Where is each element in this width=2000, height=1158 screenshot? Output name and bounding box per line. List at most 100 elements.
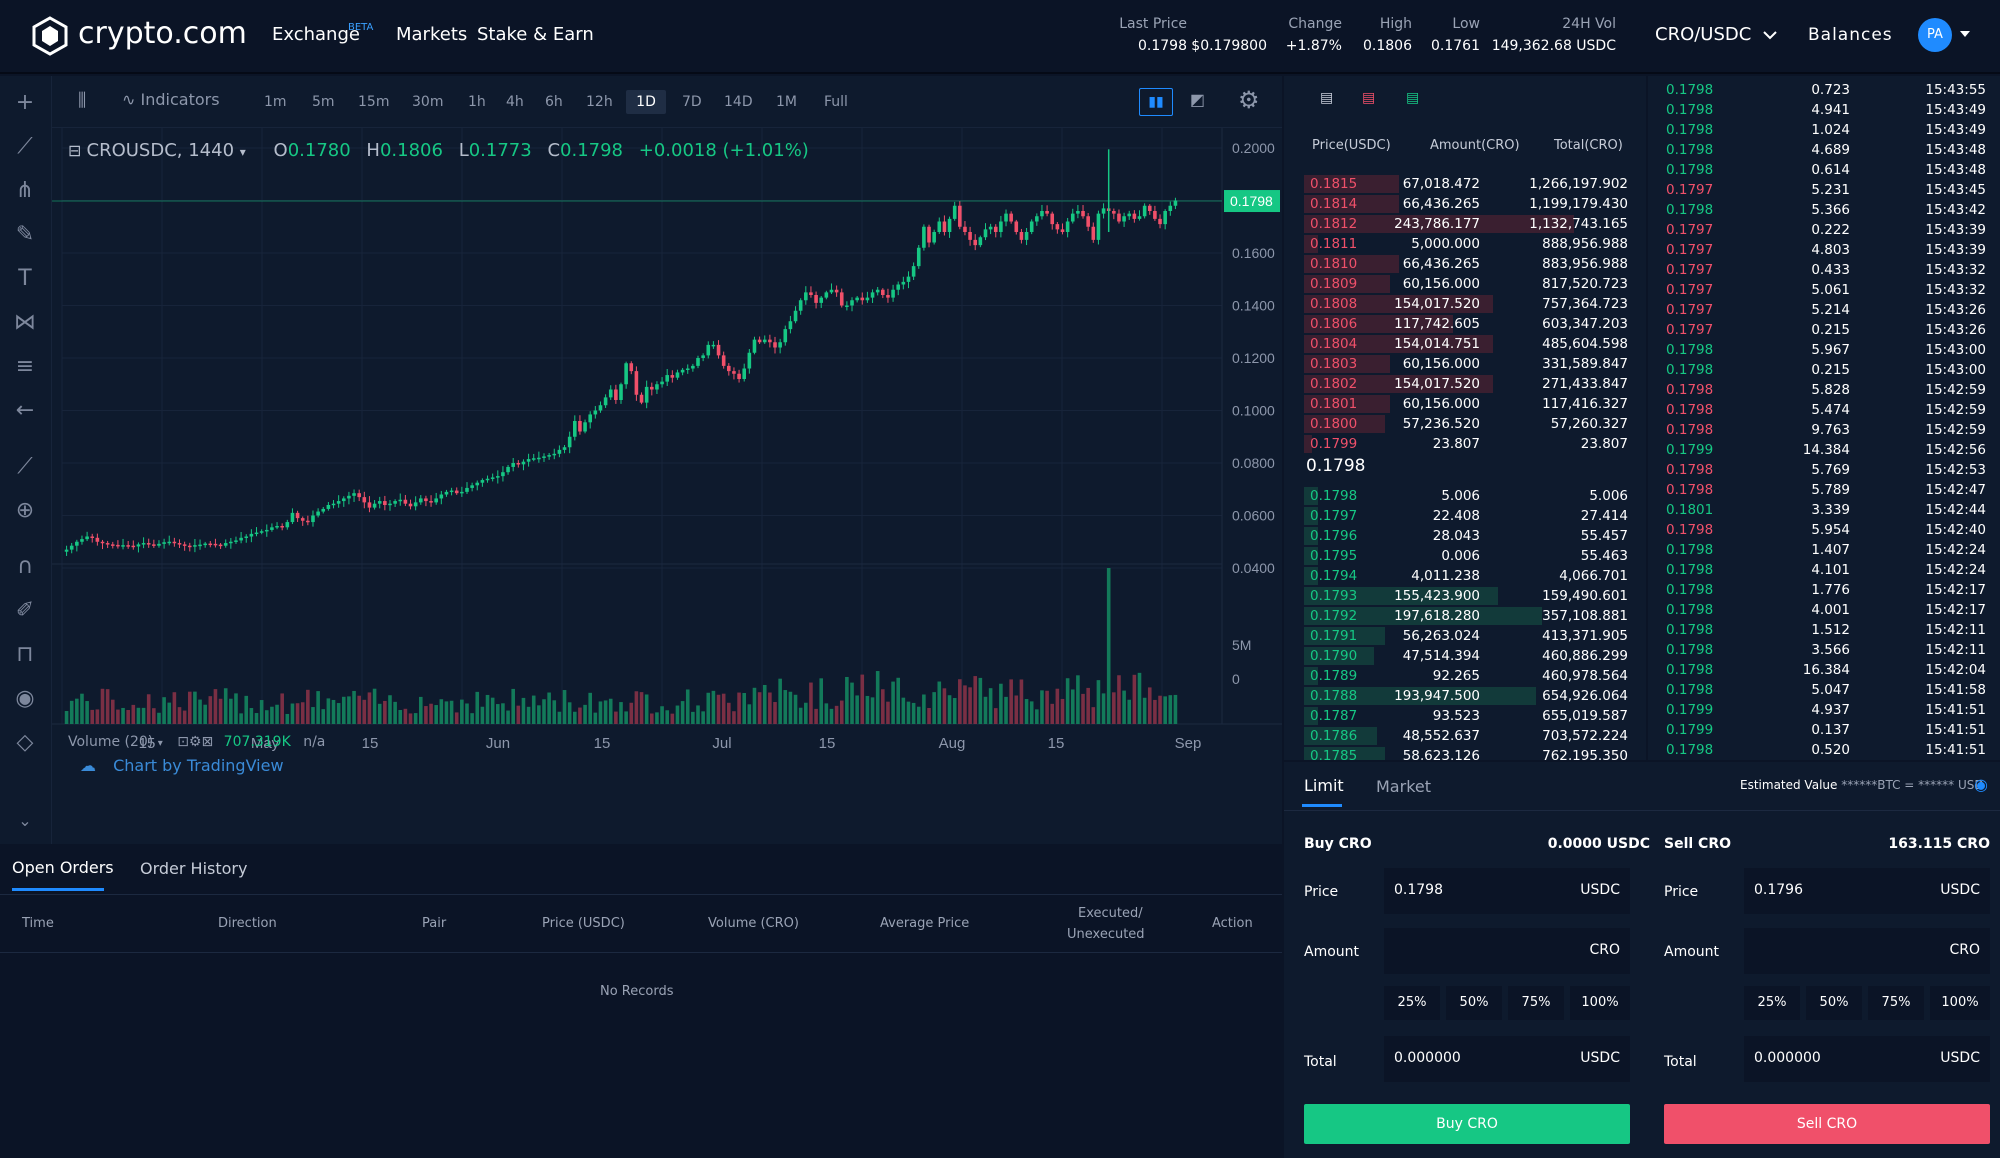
eye-icon[interactable]: ◉: [1974, 775, 1988, 794]
balances-link[interactable]: Balances: [1808, 25, 1893, 45]
arrow-left-icon[interactable]: ←: [10, 396, 40, 426]
tab-open-orders[interactable]: Open Orders: [12, 858, 114, 877]
bid-row[interactable]: 0.1796 28.043 55.457: [1284, 526, 1646, 546]
collapse-icon[interactable]: ⊟: [68, 141, 87, 160]
ask-row[interactable]: 0.1804 154,014.751 485,604.598: [1284, 334, 1646, 354]
price-chart[interactable]: 0.2000 0.1600 0.1400 0.1200 0.1000 0.0800 0.06…: [52, 128, 1282, 808]
ask-row[interactable]: 0.1802 154,017.520 271,433.847: [1284, 374, 1646, 394]
nav-markets[interactable]: Markets: [396, 24, 467, 45]
book-view-bids-icon[interactable]: ▤: [1406, 90, 1419, 106]
ask-row[interactable]: 0.1811 5,000.000 888,956.988: [1284, 234, 1646, 254]
buy-pct-50[interactable]: 50%: [1446, 986, 1502, 1020]
candle-chart-icon[interactable]: ▮▮: [1139, 88, 1173, 116]
tf-full[interactable]: Full: [818, 90, 854, 114]
layers-icon[interactable]: ◇: [10, 728, 40, 758]
tf-4h[interactable]: 4h: [500, 90, 530, 114]
tf-1mo[interactable]: 1M: [770, 90, 803, 114]
ask-row[interactable]: 0.1808 154,017.520 757,364.723: [1284, 294, 1646, 314]
chart-symbol[interactable]: CROUSDC, 1440: [87, 140, 235, 161]
book-view-asks-icon[interactable]: ▤: [1362, 90, 1375, 106]
bid-row[interactable]: 0.1790 47,514.394 460,886.299: [1284, 646, 1646, 666]
buy-button[interactable]: Buy CRO: [1304, 1104, 1630, 1144]
tf-1d[interactable]: 1D: [626, 90, 666, 114]
bid-row[interactable]: 0.1798 5.006 5.006: [1284, 486, 1646, 506]
ask-row[interactable]: 0.1800 57,236.520 57,260.327: [1284, 414, 1646, 434]
sell-amount-input[interactable]: CRO: [1744, 928, 1990, 974]
buy-pct-25[interactable]: 25%: [1384, 986, 1440, 1020]
zoom-in-icon[interactable]: ⊕: [10, 496, 40, 526]
magnet-icon[interactable]: ∩: [10, 552, 40, 582]
bid-row[interactable]: 0.1786 48,552.637 703,572.224: [1284, 726, 1646, 746]
pair-selector[interactable]: CRO/USDC: [1655, 24, 1777, 45]
ask-row[interactable]: 0.1809 60,156.000 817,520.723: [1284, 274, 1646, 294]
bid-row[interactable]: 0.1794 4,011.238 4,066.701: [1284, 566, 1646, 586]
buy-total-input[interactable]: 0.000000 USDC: [1384, 1036, 1630, 1082]
bid-row[interactable]: 0.1791 56,263.024 413,371.905: [1284, 626, 1646, 646]
bid-row[interactable]: 0.1789 92.265 460,978.564: [1284, 666, 1646, 686]
tradingview-watermark[interactable]: ☁ Chart by TradingView: [80, 756, 284, 775]
ask-row[interactable]: 0.1812 243,786.177 1,132,743.165: [1284, 214, 1646, 234]
tf-6h[interactable]: 6h: [539, 90, 569, 114]
buy-pct-100[interactable]: 100%: [1570, 986, 1630, 1020]
eye-icon[interactable]: ◉: [10, 684, 40, 714]
ruler-icon[interactable]: ⟋: [10, 452, 40, 482]
text-tool-icon[interactable]: T: [10, 264, 40, 294]
volume-caret-icon[interactable]: ▾: [158, 738, 163, 749]
volume-settings-icons[interactable]: ⊡⚙⊠: [177, 734, 213, 750]
buy-pct-75[interactable]: 75%: [1508, 986, 1564, 1020]
book-view-both-icon[interactable]: ▤: [1320, 90, 1333, 106]
candle-type-icon[interactable]: ⫼: [78, 90, 86, 111]
ask-row[interactable]: 0.1810 66,436.265 883,956.988: [1284, 254, 1646, 274]
pattern-icon[interactable]: ⋈: [10, 308, 40, 338]
tf-15m[interactable]: 15m: [352, 90, 395, 114]
crosshair-icon[interactable]: +: [10, 88, 40, 118]
fork-tool-icon[interactable]: ⋔: [10, 176, 40, 206]
brand-name[interactable]: crypto.com: [78, 16, 247, 51]
nav-exchange[interactable]: Exchange: [272, 24, 360, 45]
sell-total-input[interactable]: 0.000000 USDC: [1744, 1036, 1990, 1082]
tab-limit[interactable]: Limit: [1304, 776, 1344, 795]
ask-row[interactable]: 0.1803 60,156.000 331,589.847: [1284, 354, 1646, 374]
ask-row[interactable]: 0.1815 67,018.472 1,266,197.902: [1284, 174, 1646, 194]
chevron-down-icon[interactable]: ⌄: [10, 806, 40, 836]
bid-row[interactable]: 0.1797 22.408 27.414: [1284, 506, 1646, 526]
tab-order-history[interactable]: Order History: [140, 859, 247, 878]
sell-pct-75[interactable]: 75%: [1868, 986, 1924, 1020]
tf-1h[interactable]: 1h: [462, 90, 492, 114]
bid-row[interactable]: 0.1788 193,947.500 654,926.064: [1284, 686, 1646, 706]
fib-tool-icon[interactable]: ≡: [10, 352, 40, 382]
ask-row[interactable]: 0.1814 66,436.265 1,199,179.430: [1284, 194, 1646, 214]
sell-button[interactable]: Sell CRO: [1664, 1104, 1990, 1144]
tf-7d[interactable]: 7D: [676, 90, 708, 114]
bid-row[interactable]: 0.1787 93.523 655,019.587: [1284, 706, 1646, 726]
brush-icon[interactable]: ✎: [10, 220, 40, 250]
avatar[interactable]: PA: [1918, 18, 1952, 52]
ask-row[interactable]: 0.1799 23.807 23.807: [1284, 434, 1646, 454]
tf-30m[interactable]: 30m: [406, 90, 449, 114]
symbol-caret-icon[interactable]: ▾: [240, 145, 246, 159]
volume-label[interactable]: Volume (20): [68, 734, 153, 750]
indicators-button[interactable]: ∿ Indicators: [122, 90, 220, 109]
tf-1m[interactable]: 1m: [258, 90, 293, 114]
bid-row[interactable]: 0.1793 155,423.900 159,490.601: [1284, 586, 1646, 606]
gear-icon[interactable]: ⚙: [1238, 86, 1260, 114]
bid-row[interactable]: 0.1795 0.006 55.463: [1284, 546, 1646, 566]
ask-row[interactable]: 0.1806 117,742.605 603,347.203: [1284, 314, 1646, 334]
nav-stake-earn[interactable]: Stake & Earn: [477, 24, 594, 45]
buy-price-input[interactable]: 0.1798 USDC: [1384, 868, 1630, 914]
depth-chart-icon[interactable]: ◩: [1190, 90, 1205, 109]
unlock-icon[interactable]: ⊓: [10, 640, 40, 670]
sell-pct-25[interactable]: 25%: [1744, 986, 1800, 1020]
avatar-caret-icon[interactable]: [1960, 31, 1970, 37]
buy-amount-input[interactable]: CRO: [1384, 928, 1630, 974]
bid-row[interactable]: 0.1785 58,623.126 762,195.350: [1284, 746, 1646, 760]
ask-row[interactable]: 0.1801 60,156.000 117,416.327: [1284, 394, 1646, 414]
trend-line-icon[interactable]: ⟋: [10, 132, 40, 162]
lock-drawing-icon[interactable]: ✐: [10, 596, 40, 626]
tf-5m[interactable]: 5m: [306, 90, 341, 114]
sell-price-input[interactable]: 0.1796 USDC: [1744, 868, 1990, 914]
tab-market[interactable]: Market: [1376, 777, 1431, 796]
sell-pct-100[interactable]: 100%: [1930, 986, 1990, 1020]
bid-row[interactable]: 0.1792 197,618.280 357,108.881: [1284, 606, 1646, 626]
sell-pct-50[interactable]: 50%: [1806, 986, 1862, 1020]
